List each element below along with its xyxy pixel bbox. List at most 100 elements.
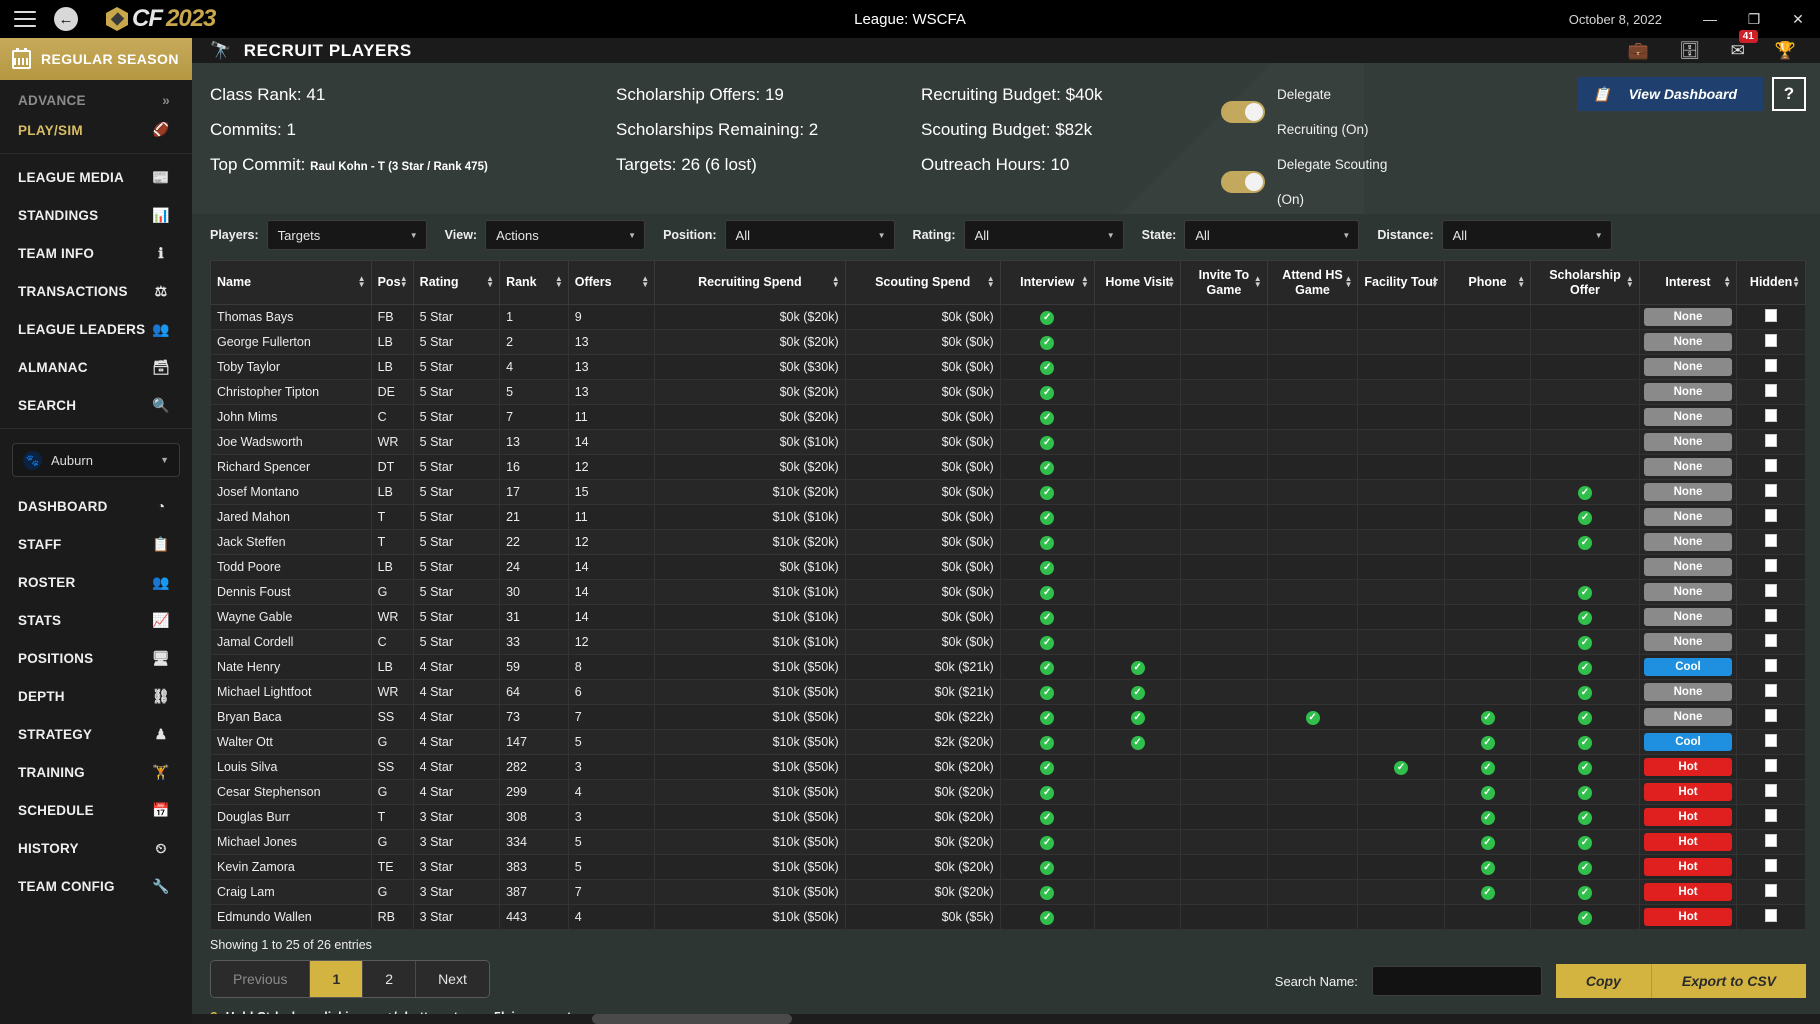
cell-hidden[interactable]: [1737, 830, 1806, 855]
cell-interest[interactable]: None: [1639, 705, 1736, 730]
cell-hidden[interactable]: [1737, 730, 1806, 755]
sidebar-item-positions[interactable]: POSITIONS 🖥: [0, 639, 192, 677]
cell-phone[interactable]: [1444, 455, 1530, 480]
interest-badge[interactable]: None: [1644, 308, 1732, 326]
cell-attend-hs-game[interactable]: [1267, 430, 1358, 455]
cell-attend-hs-game[interactable]: [1267, 505, 1358, 530]
sidebar-item-standings[interactable]: STANDINGS 📊: [0, 196, 192, 234]
table-row[interactable]: John MimsC5 Star711$0k ($20k)$0k ($0k)✓N…: [211, 405, 1806, 430]
hidden-checkbox[interactable]: [1765, 759, 1777, 772]
cell-home-visit[interactable]: [1094, 755, 1180, 780]
table-row[interactable]: Louis SilvaSS4 Star2823$10k ($50k)$0k ($…: [211, 755, 1806, 780]
cell-scouting-spend[interactable]: $0k ($0k): [845, 430, 1000, 455]
interest-badge[interactable]: None: [1644, 383, 1732, 401]
col-recruiting-spend[interactable]: Recruiting Spend▲▼: [655, 261, 846, 305]
cell-scouting-spend[interactable]: $0k ($0k): [845, 305, 1000, 330]
interest-badge[interactable]: None: [1644, 458, 1732, 476]
cell-attend-hs-game[interactable]: [1267, 855, 1358, 880]
cell-home-visit[interactable]: [1094, 430, 1180, 455]
cell-invite-to-game[interactable]: [1181, 480, 1267, 505]
cell-interview[interactable]: ✓: [1000, 405, 1094, 430]
cell-scouting-spend[interactable]: $0k ($0k): [845, 380, 1000, 405]
table-row[interactable]: Bryan BacaSS4 Star737$10k ($50k)$0k ($22…: [211, 705, 1806, 730]
cell-interview[interactable]: ✓: [1000, 530, 1094, 555]
cell-name[interactable]: Joe Wadsworth: [211, 430, 372, 455]
cell-interest[interactable]: None: [1639, 405, 1736, 430]
cell-scholarship-offer[interactable]: ✓: [1531, 805, 1640, 830]
cell-home-visit[interactable]: [1094, 805, 1180, 830]
cell-scholarship-offer[interactable]: ✓: [1531, 705, 1640, 730]
cell-home-visit[interactable]: ✓: [1094, 705, 1180, 730]
cell-interview[interactable]: ✓: [1000, 355, 1094, 380]
cell-phone[interactable]: [1444, 605, 1530, 630]
cell-facility-tour[interactable]: [1358, 405, 1444, 430]
cell-invite-to-game[interactable]: [1181, 505, 1267, 530]
pagination-page-1[interactable]: 1: [310, 961, 363, 997]
cell-recruiting-spend[interactable]: $10k ($10k): [655, 505, 846, 530]
hidden-checkbox[interactable]: [1765, 734, 1777, 747]
cell-hidden[interactable]: [1737, 630, 1806, 655]
col-phone[interactable]: Phone▲▼: [1444, 261, 1530, 305]
cell-interest[interactable]: None: [1639, 330, 1736, 355]
cell-attend-hs-game[interactable]: [1267, 630, 1358, 655]
cell-interview[interactable]: ✓: [1000, 505, 1094, 530]
cell-scouting-spend[interactable]: $0k ($0k): [845, 580, 1000, 605]
cell-facility-tour[interactable]: [1358, 530, 1444, 555]
cell-scouting-spend[interactable]: $0k ($20k): [845, 880, 1000, 905]
cell-facility-tour[interactable]: [1358, 355, 1444, 380]
cell-hidden[interactable]: [1737, 680, 1806, 705]
cell-scholarship-offer[interactable]: ✓: [1531, 755, 1640, 780]
table-row[interactable]: Walter OttG4 Star1475$10k ($50k)$2k ($20…: [211, 730, 1806, 755]
cell-invite-to-game[interactable]: [1181, 355, 1267, 380]
table-row[interactable]: Jared MahonT5 Star2111$10k ($10k)$0k ($0…: [211, 505, 1806, 530]
cell-home-visit[interactable]: [1094, 905, 1180, 930]
cell-recruiting-spend[interactable]: $10k ($10k): [655, 605, 846, 630]
cell-scouting-spend[interactable]: $0k ($20k): [845, 855, 1000, 880]
cell-invite-to-game[interactable]: [1181, 605, 1267, 630]
help-button[interactable]: ?: [1772, 77, 1806, 111]
cell-scouting-spend[interactable]: $0k ($20k): [845, 755, 1000, 780]
cell-scholarship-offer[interactable]: [1531, 380, 1640, 405]
cell-attend-hs-game[interactable]: [1267, 680, 1358, 705]
cell-phone[interactable]: [1444, 480, 1530, 505]
hidden-checkbox[interactable]: [1765, 884, 1777, 897]
cell-invite-to-game[interactable]: [1181, 655, 1267, 680]
export-csv-button[interactable]: Export to CSV: [1652, 964, 1806, 998]
cell-recruiting-spend[interactable]: $0k ($20k): [655, 330, 846, 355]
cell-invite-to-game[interactable]: [1181, 905, 1267, 930]
cell-home-visit[interactable]: [1094, 305, 1180, 330]
close-button[interactable]: ✕: [1776, 0, 1820, 38]
sidebar-item-almanac[interactable]: ALMANAC 🗃: [0, 348, 192, 386]
cell-phone[interactable]: ✓: [1444, 755, 1530, 780]
cell-scouting-spend[interactable]: $0k ($0k): [845, 455, 1000, 480]
table-row[interactable]: Todd PooreLB5 Star2414$0k ($10k)$0k ($0k…: [211, 555, 1806, 580]
cell-phone[interactable]: ✓: [1444, 855, 1530, 880]
interest-badge[interactable]: None: [1644, 333, 1732, 351]
cell-name[interactable]: Jared Mahon: [211, 505, 372, 530]
cell-recruiting-spend[interactable]: $10k ($20k): [655, 530, 846, 555]
col-hidden[interactable]: Hidden▲▼: [1737, 261, 1806, 305]
cell-name[interactable]: Walter Ott: [211, 730, 372, 755]
cell-interest[interactable]: Hot: [1639, 905, 1736, 930]
cell-scholarship-offer[interactable]: ✓: [1531, 780, 1640, 805]
cell-facility-tour[interactable]: [1358, 905, 1444, 930]
cell-scholarship-offer[interactable]: [1531, 430, 1640, 455]
cell-name[interactable]: Josef Montano: [211, 480, 372, 505]
cell-interview[interactable]: ✓: [1000, 880, 1094, 905]
cell-invite-to-game[interactable]: [1181, 705, 1267, 730]
cell-recruiting-spend[interactable]: $10k ($10k): [655, 630, 846, 655]
sidebar-item-league-media[interactable]: LEAGUE MEDIA 📰: [0, 158, 192, 196]
cell-interest[interactable]: Cool: [1639, 655, 1736, 680]
cell-home-visit[interactable]: [1094, 880, 1180, 905]
hidden-checkbox[interactable]: [1765, 809, 1777, 822]
interest-badge[interactable]: Hot: [1644, 808, 1732, 826]
cell-scholarship-offer[interactable]: ✓: [1531, 855, 1640, 880]
cell-facility-tour[interactable]: [1358, 805, 1444, 830]
cell-name[interactable]: Michael Lightfoot: [211, 680, 372, 705]
cell-facility-tour[interactable]: [1358, 330, 1444, 355]
interest-badge[interactable]: None: [1644, 483, 1732, 501]
cell-interview[interactable]: ✓: [1000, 480, 1094, 505]
cell-phone[interactable]: [1444, 430, 1530, 455]
cell-home-visit[interactable]: [1094, 780, 1180, 805]
col-name[interactable]: Name▲▼: [211, 261, 372, 305]
